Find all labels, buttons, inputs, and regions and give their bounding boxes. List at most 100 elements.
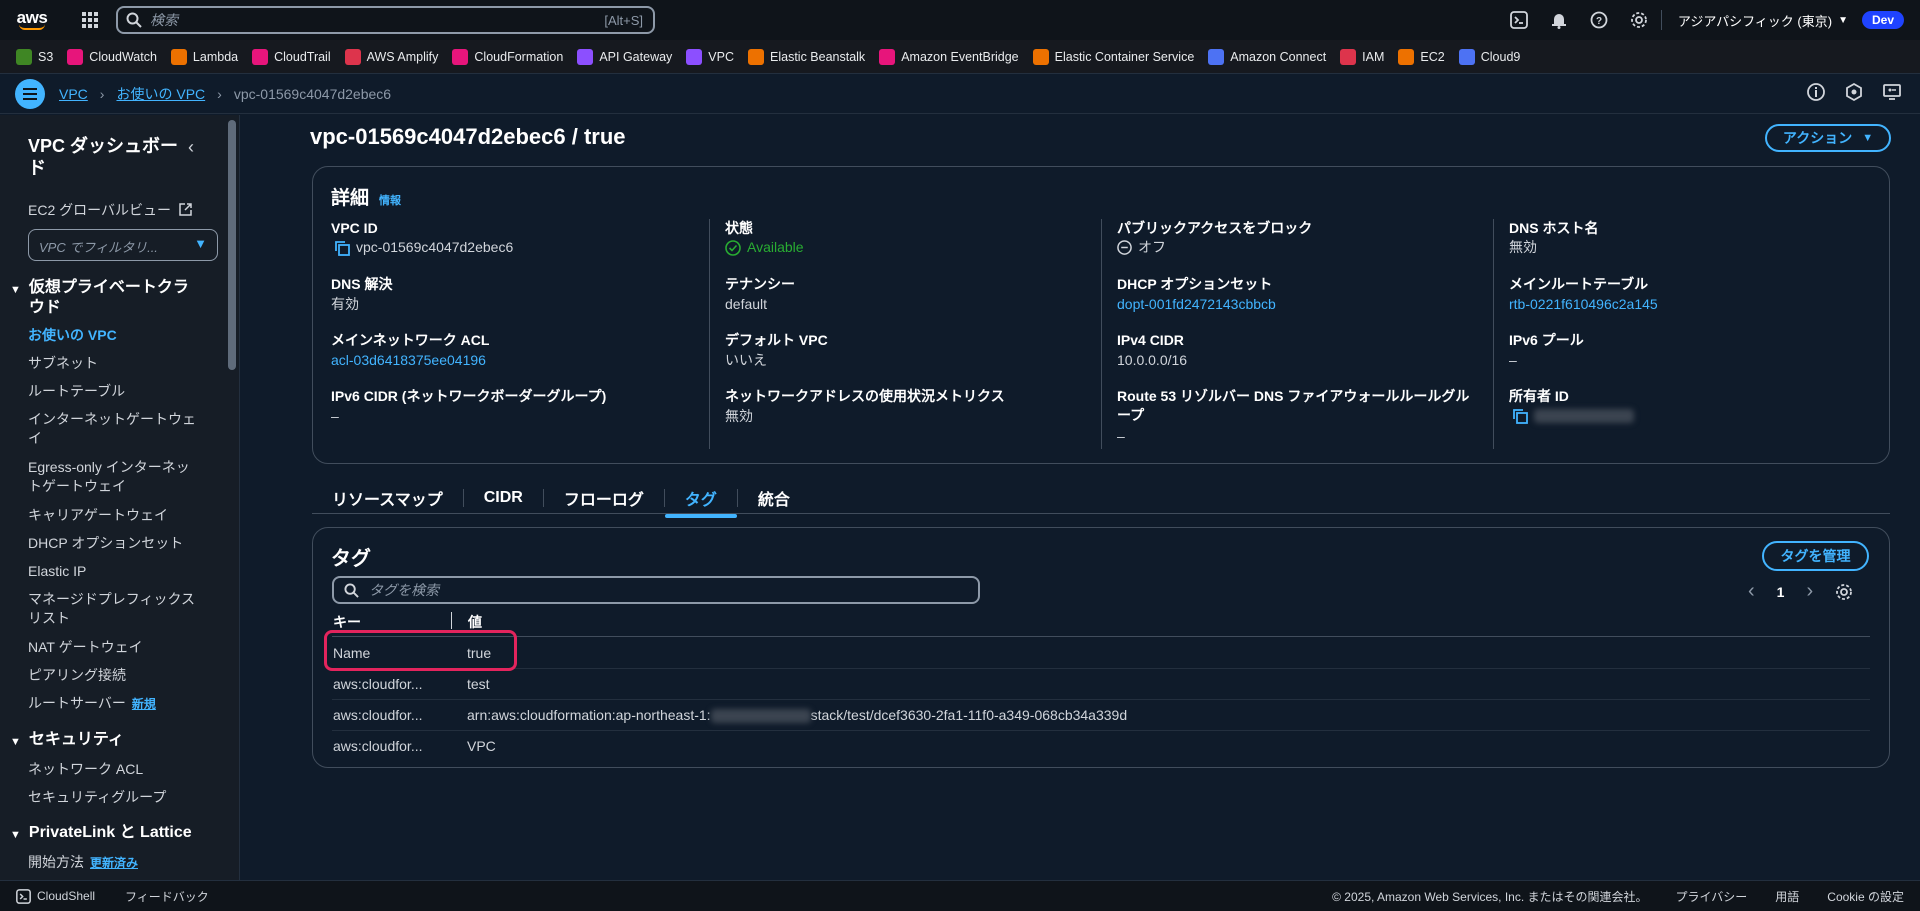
tab-tags[interactable]: タグ <box>664 482 737 518</box>
breadcrumb-your-vpcs[interactable]: お使いの VPC <box>116 84 205 104</box>
sidebar-item-your-vpcs[interactable]: お使いの VPC <box>28 326 117 345</box>
settings-gear-icon[interactable] <box>1619 0 1659 40</box>
sidebar-item-egress-only-igw[interactable]: Egress-only インターネットゲートウェイ <box>28 458 198 496</box>
favorite-label: CloudFormation <box>474 49 564 64</box>
sidebar-item-carrier-gateways[interactable]: キャリアゲートウェイ <box>28 506 168 525</box>
cloudshell-icon[interactable] <box>1499 0 1539 40</box>
tab-integrations[interactable]: 統合 <box>738 482 810 514</box>
favorite-s3[interactable]: S3 <box>16 48 53 65</box>
column-resizer[interactable] <box>451 612 452 629</box>
current-page-number[interactable]: 1 <box>1777 584 1785 600</box>
sidebar-title[interactable]: VPC ダッシュボード <box>28 135 178 179</box>
service-icon <box>1398 48 1415 65</box>
column-header-value[interactable]: 値 <box>468 612 482 632</box>
field-value-tenancy: default <box>725 296 768 312</box>
service-icon <box>1032 48 1049 65</box>
copy-icon[interactable] <box>334 240 350 256</box>
chevron-right-icon: › <box>217 85 222 102</box>
sidebar-item-internet-gateways[interactable]: インターネットゲートウェイ <box>28 410 198 448</box>
previous-page-chevron-icon[interactable]: ‹ <box>1748 580 1755 603</box>
favorite-lambda[interactable]: Lambda <box>170 48 238 65</box>
account-badge[interactable]: Dev <box>1861 11 1904 29</box>
notifications-bell-icon[interactable] <box>1539 0 1579 40</box>
sidebar-item-ec2-global[interactable]: EC2 グローバルビュー <box>28 201 192 220</box>
tag-key-cell: aws:cloudfor... <box>333 676 423 692</box>
region-selector[interactable]: アジアパシフィック (東京) ▼ <box>1664 11 1862 30</box>
services-grid-icon[interactable] <box>70 0 110 40</box>
favorite-cloudwatch[interactable]: CloudWatch <box>67 48 157 65</box>
chevron-left-icon[interactable]: ‹ <box>188 137 194 158</box>
favorite-amazon-eventbridge[interactable]: Amazon EventBridge <box>879 48 1019 65</box>
cloudshell-button[interactable]: CloudShell <box>16 888 95 904</box>
tab-resource-map[interactable]: リソースマップ <box>312 482 463 514</box>
status-hexagon-icon[interactable] <box>1844 82 1864 102</box>
service-icon <box>252 48 269 65</box>
actions-button[interactable]: アクション ▼ <box>1765 124 1891 152</box>
tags-heading: タグ <box>331 548 371 570</box>
favorite-iam[interactable]: IAM <box>1340 48 1384 65</box>
caret-down-icon: ▼ <box>10 736 21 748</box>
field-value-default-vpc: いいえ <box>725 352 767 368</box>
section-vpc[interactable]: ▼ 仮想プライベートクラウド <box>10 278 200 318</box>
favorite-cloudtrail[interactable]: CloudTrail <box>252 48 331 65</box>
sidebar-item-getting-started[interactable]: 開始方法 更新済み <box>28 853 138 873</box>
side-nav-toggle-button[interactable] <box>15 78 45 109</box>
favorite-ec2[interactable]: EC2 <box>1398 48 1445 65</box>
favorite-cloud9[interactable]: Cloud9 <box>1458 48 1520 65</box>
service-icon <box>16 48 32 65</box>
help-icon[interactable]: ? <box>1579 0 1619 40</box>
manage-tags-button[interactable]: タグを管理 <box>1762 541 1869 571</box>
tab-flow-logs[interactable]: フローログ <box>544 482 664 514</box>
main-route-table-link[interactable]: rtb-0221f610496c2a145 <box>1509 295 1658 314</box>
favorite-cloudformation[interactable]: CloudFormation <box>452 48 564 65</box>
feedback-link[interactable]: フィードバック <box>125 888 209 905</box>
sidebar-item-elastic-ip[interactable]: Elastic IP <box>28 562 86 581</box>
favorite-elastic-container-service[interactable]: Elastic Container Service <box>1032 48 1194 65</box>
cookie-settings-link[interactable]: Cookie の設定 <box>1827 888 1904 905</box>
section-privatelink[interactable]: ▼ PrivateLink と Lattice <box>10 823 192 845</box>
breadcrumb-vpc[interactable]: VPC <box>59 86 88 102</box>
info-icon[interactable] <box>1806 82 1826 102</box>
tag-search-input[interactable]: タグを検索 <box>332 576 980 604</box>
favorite-amazon-connect[interactable]: Amazon Connect <box>1208 48 1326 65</box>
sidebar-item-security-groups[interactable]: セキュリティグループ <box>28 788 166 807</box>
column-header-key[interactable]: キー <box>333 612 361 632</box>
scrollbar-thumb[interactable] <box>228 120 236 370</box>
field-label-route53: Route 53 リゾルバー DNS ファイアウォールルールグループ <box>1117 388 1470 423</box>
favorite-aws-amplify[interactable]: AWS Amplify <box>344 48 438 65</box>
global-search-input[interactable]: 検索 [Alt+S] <box>116 6 655 34</box>
sidebar-item-nat-gateways[interactable]: NAT ゲートウェイ <box>28 638 143 657</box>
minus-circle-icon <box>1117 240 1132 255</box>
preferences-gear-icon[interactable] <box>1835 583 1853 601</box>
sidebar-scrollbar[interactable] <box>228 120 236 880</box>
terms-link[interactable]: 用語 <box>1775 888 1799 905</box>
favorite-elastic-beanstalk[interactable]: Elastic Beanstalk <box>748 48 865 65</box>
copy-icon[interactable] <box>1512 408 1528 424</box>
dhcp-options-link[interactable]: dopt-001fd2472143cbbcb <box>1117 295 1276 314</box>
sidebar-item-dhcp-option-sets[interactable]: DHCP オプションセット <box>28 534 183 553</box>
field-value-block-public: オフ <box>1117 238 1166 257</box>
sidebar-item-network-acls[interactable]: ネットワーク ACL <box>28 760 143 779</box>
sidebar-item-managed-prefix-lists[interactable]: マネージドプレフィックスリスト <box>28 590 198 628</box>
info-link[interactable]: 情報 <box>379 195 401 207</box>
favorite-api-gateway[interactable]: API Gateway <box>577 48 672 65</box>
vpc-filter-select[interactable]: VPC でフィルタリ... ▼ <box>28 229 218 261</box>
redacted-account-id <box>710 709 811 724</box>
section-security[interactable]: ▼ セキュリティ <box>10 730 124 752</box>
next-page-chevron-icon[interactable]: › <box>1806 580 1813 603</box>
privacy-link[interactable]: プライバシー <box>1676 888 1748 905</box>
favorite-vpc[interactable]: VPC <box>686 48 734 65</box>
sidebar-item-subnets[interactable]: サブネット <box>28 354 98 373</box>
main-acl-link[interactable]: acl-03d6418375ee04196 <box>331 351 486 370</box>
sidebar-item-label: 開始方法 <box>28 854 84 870</box>
sidebar-item-peering-connections[interactable]: ピアリング接続 <box>28 666 126 685</box>
aws-logo[interactable]: aws <box>4 0 60 40</box>
field-label-dhcp: DHCP オプションセット <box>1117 276 1273 292</box>
redacted-owner-id <box>1534 409 1634 423</box>
sidebar-item-route-servers[interactable]: ルートサーバー 新規 <box>28 694 156 714</box>
sidebar-item-route-tables[interactable]: ルートテーブル <box>28 382 125 401</box>
monitor-icon[interactable] <box>1882 82 1902 102</box>
tab-cidr[interactable]: CIDR <box>464 482 543 514</box>
footer: CloudShell フィードバック © 2025, Amazon Web Se… <box>0 880 1920 911</box>
tag-key-cell: aws:cloudfor... <box>333 738 423 754</box>
